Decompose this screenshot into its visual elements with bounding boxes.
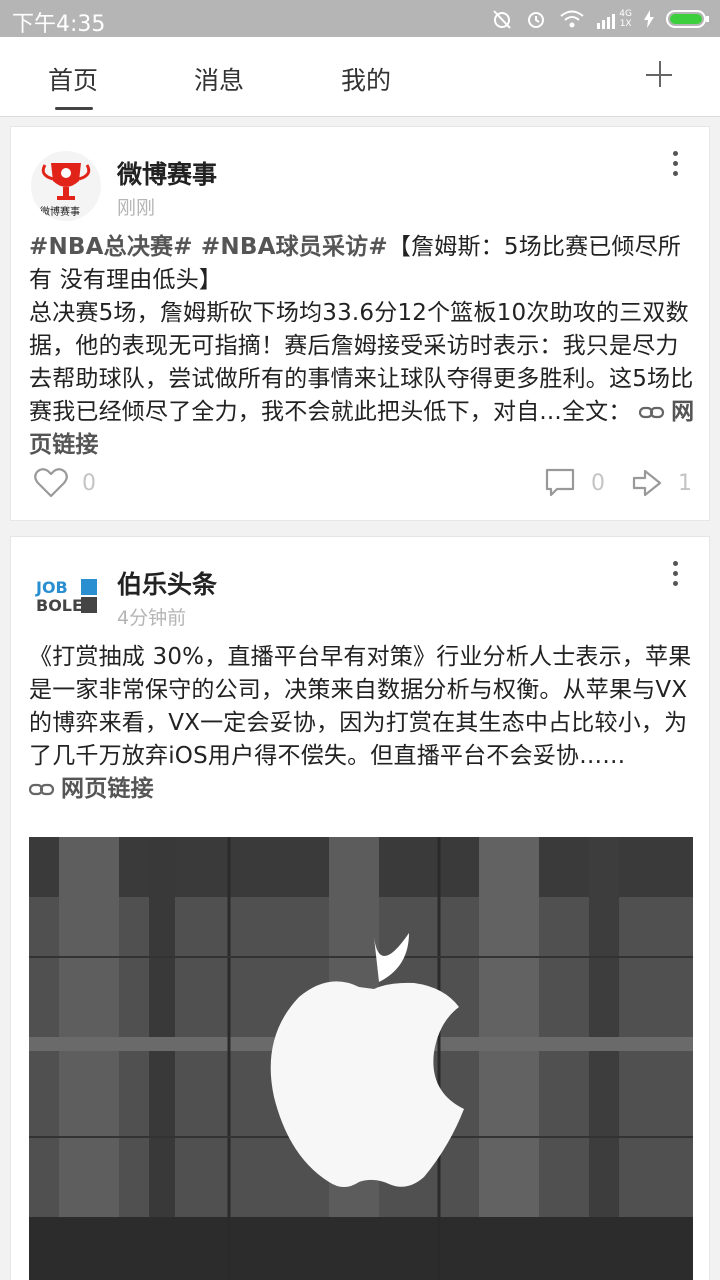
alarm-icon xyxy=(528,12,545,28)
avatar-label: 微博赛事 xyxy=(40,207,80,218)
link-icon xyxy=(29,783,55,796)
alarm-off-icon xyxy=(493,10,512,29)
status-bar: 下午4:35 4G 1X xyxy=(0,0,720,37)
post-actions: 0 0 1 xyxy=(11,467,711,507)
comment-icon[interactable] xyxy=(544,467,576,499)
author-name[interactable]: 伯乐头条 xyxy=(117,565,217,601)
avatar[interactable]: 微博赛事 xyxy=(31,151,101,221)
feed-card: JOB BOLE 伯乐头条 4分钟前 《打赏抽成 30%，直播平台早有对策》行业… xyxy=(10,536,710,1280)
status-icons: 4G 1X xyxy=(491,6,710,32)
tab-me[interactable]: 我的 xyxy=(341,61,391,97)
network-type: 4G 1X xyxy=(619,9,632,29)
comment-count: 0 xyxy=(591,471,605,496)
battery-icon xyxy=(666,10,709,28)
author-name[interactable]: 微博赛事 xyxy=(117,155,217,191)
like-count: 0 xyxy=(82,471,96,496)
wifi-icon xyxy=(560,10,584,28)
repost-count: 1 xyxy=(678,471,692,496)
post-text: 《打赏抽成 30%，直播平台早有对策》行业分析人士表示，苹果是一家非常保守的公司… xyxy=(29,644,692,769)
apple-logo-photo xyxy=(29,837,693,1280)
more-options-icon[interactable] xyxy=(667,561,683,589)
link-icon xyxy=(639,406,665,419)
top-navigation: 首页 消息 我的 xyxy=(0,37,720,117)
full-text-link[interactable]: 全文： xyxy=(562,399,632,425)
post-image[interactable] xyxy=(29,837,693,1280)
tab-home[interactable]: 首页 xyxy=(48,61,98,97)
status-time: 下午4:35 xyxy=(12,12,106,37)
tab-messages[interactable]: 消息 xyxy=(194,61,244,97)
post-time: 刚刚 xyxy=(117,197,156,219)
like-icon[interactable] xyxy=(33,467,69,499)
web-link[interactable]: 网页链接 xyxy=(29,776,154,802)
avatar[interactable]: JOB BOLE xyxy=(31,561,101,631)
add-icon[interactable] xyxy=(644,59,676,91)
hashtags[interactable]: #NBA总决赛# #NBA球员采访# xyxy=(29,234,388,260)
web-link-label: 网页链接 xyxy=(61,776,154,802)
more-options-icon[interactable] xyxy=(667,151,683,179)
signal-icon: 4G 1X xyxy=(597,9,632,29)
avatar-label-top: JOB xyxy=(36,578,68,597)
post-time: 4分钟前 xyxy=(117,607,187,629)
feed-card: 微博赛事 微博赛事 刚刚 #NBA总决赛# #NBA球员采访#【詹姆斯：5场比赛… xyxy=(10,126,710,521)
active-tab-indicator xyxy=(55,107,93,110)
avatar-label-bottom: BOLE xyxy=(36,596,83,615)
charging-icon xyxy=(644,10,654,28)
repost-icon[interactable] xyxy=(631,467,663,499)
post-body: 《打赏抽成 30%，直播平台早有对策》行业分析人士表示，苹果是一家非常保守的公司… xyxy=(29,641,695,806)
post-body: #NBA总决赛# #NBA球员采访#【詹姆斯：5场比赛已倾尽所有 没有理由低头】… xyxy=(29,231,695,462)
